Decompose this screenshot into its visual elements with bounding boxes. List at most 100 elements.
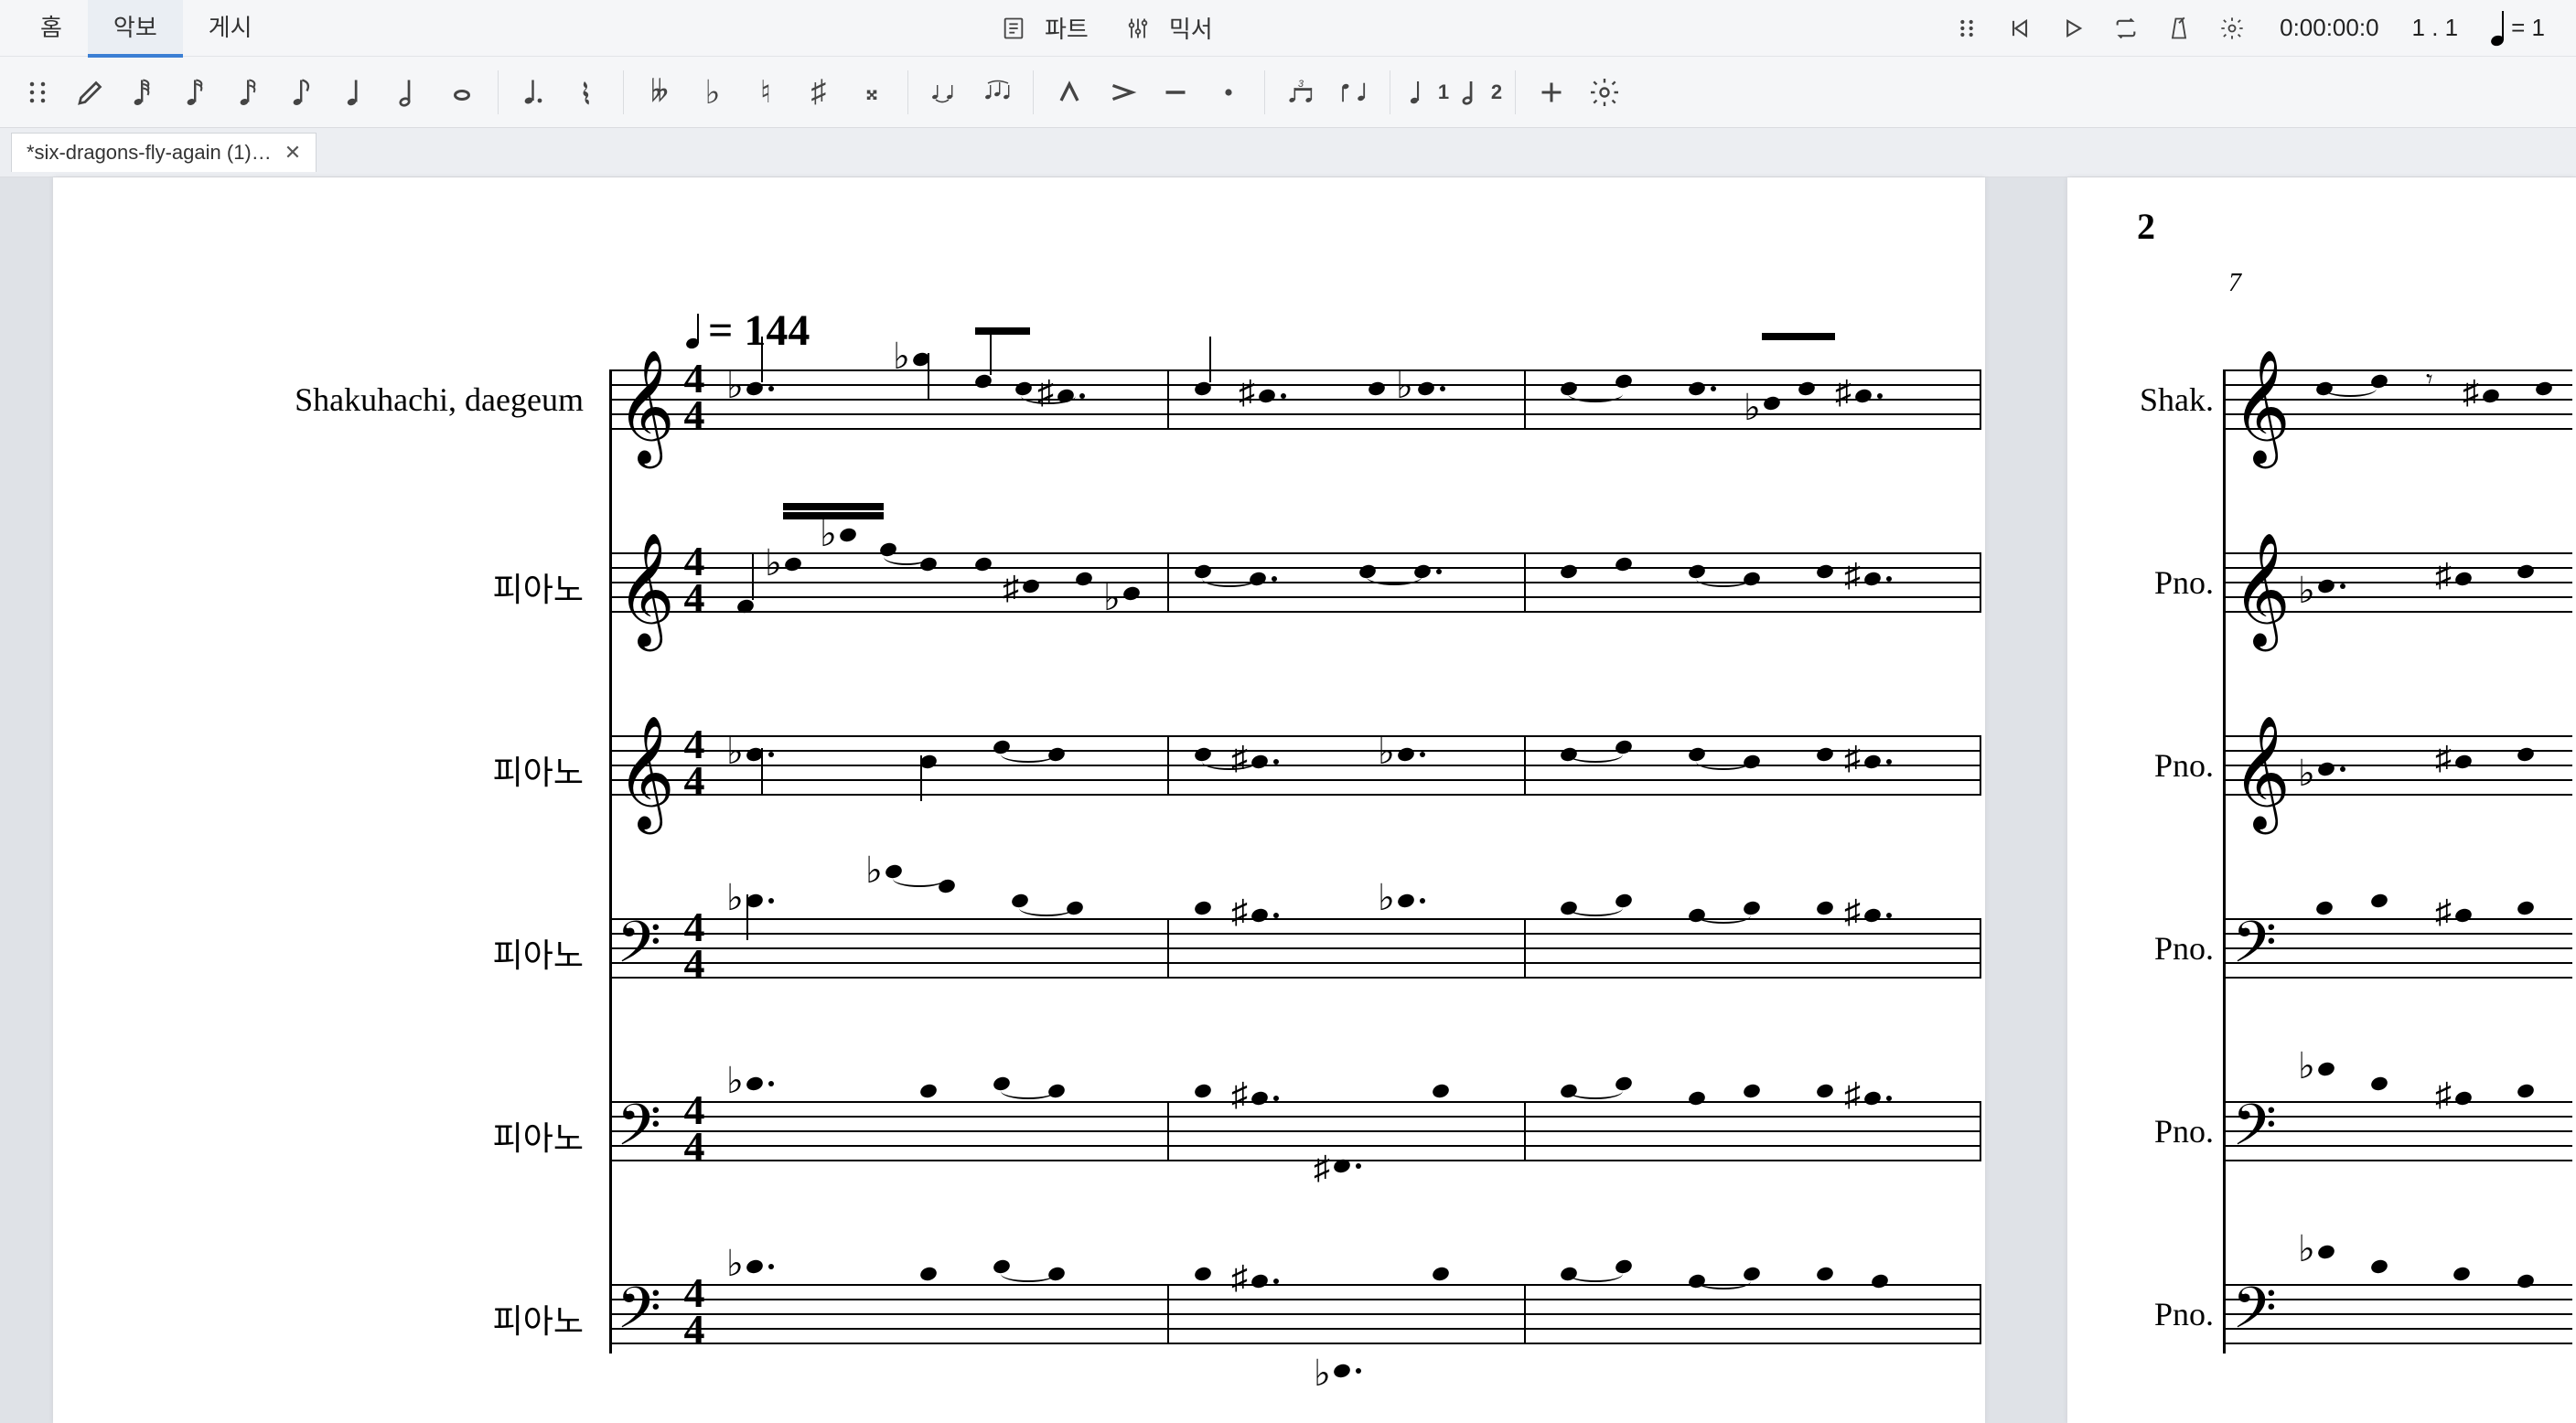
time-counter: 0:00:00:0: [2263, 14, 2395, 42]
treble-clef-icon: 𝄞: [617, 534, 675, 648]
note-64th-icon[interactable]: [117, 66, 170, 119]
tenuto-icon[interactable]: [1149, 66, 1202, 119]
menubar: 홈 악보 게시 파트 믹서 0:00:00:0 1 . 1 = 1: [0, 0, 2576, 57]
note-quarter-icon[interactable]: [329, 66, 382, 119]
tempo-marking: = 144: [686, 305, 810, 356]
staff-row[interactable]: 𝄢 ♭♯: [2225, 1101, 2572, 1160]
instrument-label: Shakuhachi, daegeum: [53, 380, 584, 419]
position-counter: 1 . 1: [2396, 14, 2475, 42]
page-number: 2: [2137, 205, 2155, 248]
time-signature: 44: [681, 1275, 708, 1348]
instrument-label-abbrev: Pno.: [2067, 929, 2214, 968]
tab-home[interactable]: 홈: [15, 0, 88, 58]
instrument-label: 피아노: [53, 929, 584, 977]
time-signature: 44: [681, 543, 708, 616]
bass-clef-icon: 𝄢: [617, 911, 661, 991]
flip-stem-icon[interactable]: [1327, 66, 1380, 119]
bass-clef-icon: 𝄢: [617, 1094, 661, 1174]
voice-2-button[interactable]: 2: [1453, 66, 1506, 119]
tempo-readout: = 1: [2474, 11, 2561, 46]
staff-row[interactable]: 𝄞 44 ♭ ♭ ♯ ♭ ♯: [609, 552, 1981, 611]
instrument-label-abbrev: Pno.: [2067, 746, 2214, 785]
staff-row[interactable]: 𝄞 44 ♭ ♯ ♭ ♯: [609, 735, 1981, 794]
pencil-icon[interactable]: [64, 66, 117, 119]
bass-clef-icon: 𝄢: [617, 1277, 661, 1357]
system-barline: [609, 369, 612, 1353]
score-workspace[interactable]: = 144 Shakuhachi, daegeum 피아노 피아노 피아노 피아…: [0, 177, 2576, 1423]
staff-row[interactable]: 𝄞 ♭♯: [2225, 552, 2572, 611]
treble-clef-icon: 𝄞: [617, 717, 675, 831]
play-icon[interactable]: [2060, 16, 2086, 41]
tab-publish[interactable]: 게시: [183, 0, 278, 58]
tab-score[interactable]: 악보: [88, 0, 183, 58]
loop-icon[interactable]: [2113, 16, 2139, 41]
staff-row[interactable]: 𝄢 ♯: [2225, 918, 2572, 977]
score-page-1[interactable]: = 144 Shakuhachi, daegeum 피아노 피아노 피아노 피아…: [53, 177, 1985, 1423]
instrument-label-abbrev: Pno.: [2067, 1112, 2214, 1150]
staff-row[interactable]: 𝄢 44 ♭ ♯ ♯ ♯: [609, 1101, 1981, 1160]
drag-grip-icon[interactable]: [1954, 16, 1980, 41]
voice-1-button[interactable]: 1: [1400, 66, 1453, 119]
mixer-icon[interactable]: [1125, 16, 1151, 41]
note-whole-icon[interactable]: [435, 66, 488, 119]
staff-row[interactable]: 𝄞 44 ♭ ♭ ♯ ♯ ♭ ♭ ♯: [609, 369, 1981, 428]
staff-row[interactable]: 𝄞 𝄾♯: [2225, 369, 2572, 428]
document-tab-title: *six-dragons-fly-again (1)…: [27, 141, 272, 165]
time-signature: 44: [681, 909, 708, 982]
instrument-label: 피아노: [53, 563, 584, 611]
bass-clef-icon: 𝄢: [2232, 1277, 2277, 1357]
note-32nd-icon[interactable]: [170, 66, 223, 119]
mixer-label[interactable]: 믹서: [1169, 11, 1213, 45]
treble-clef-icon: 𝄞: [2232, 351, 2291, 465]
instrument-label: 피아노: [53, 1112, 584, 1160]
system-barline: [2223, 369, 2226, 1353]
flat-icon[interactable]: ♭: [686, 66, 739, 119]
rest-icon[interactable]: [561, 66, 614, 119]
time-signature: 44: [681, 360, 708, 433]
dotted-note-icon[interactable]: [508, 66, 561, 119]
note-half-icon[interactable]: [382, 66, 435, 119]
time-signature: 44: [681, 1092, 708, 1165]
marcato-icon[interactable]: [1043, 66, 1096, 119]
treble-clef-icon: 𝄞: [2232, 534, 2291, 648]
toolbar-settings-icon[interactable]: [1578, 66, 1631, 119]
staff-row[interactable]: 𝄢 44 ♭ ♭ ♯ ♭ ♯: [609, 918, 1981, 977]
note-16th-icon[interactable]: [223, 66, 276, 119]
staff-row[interactable]: 𝄢 44 ♭ ♯ ♭: [609, 1284, 1981, 1343]
rewind-icon[interactable]: [2007, 16, 2033, 41]
bass-clef-icon: 𝄢: [2232, 1094, 2277, 1174]
time-signature: 44: [681, 726, 708, 799]
metronome-icon[interactable]: [2166, 16, 2192, 41]
instrument-label-abbrev: Pno.: [2067, 563, 2214, 602]
double-sharp-icon[interactable]: 𝄪: [845, 66, 898, 119]
accent-icon[interactable]: [1096, 66, 1149, 119]
close-icon[interactable]: ✕: [284, 141, 301, 165]
instrument-label-abbrev: Pno.: [2067, 1295, 2214, 1333]
parts-icon[interactable]: [1001, 16, 1026, 41]
document-tab-bar: *six-dragons-fly-again (1)… ✕: [0, 128, 2576, 177]
staff-row[interactable]: 𝄞 ♭♯: [2225, 735, 2572, 794]
instrument-label: 피아노: [53, 746, 584, 794]
notation-toolbar: 𝄫 ♭ ♮ ♯ 𝄪 3 1 2: [0, 57, 2576, 128]
treble-clef-icon: 𝄞: [2232, 717, 2291, 831]
sharp-icon[interactable]: ♯: [792, 66, 845, 119]
double-flat-icon[interactable]: 𝄫: [633, 66, 686, 119]
playback-settings-icon[interactable]: [2219, 16, 2245, 41]
document-tab[interactable]: *six-dragons-fly-again (1)… ✕: [11, 133, 317, 172]
staff-row[interactable]: 𝄢 ♭: [2225, 1284, 2572, 1343]
parts-label[interactable]: 파트: [1045, 11, 1089, 45]
note-8th-icon[interactable]: [276, 66, 329, 119]
treble-clef-icon: 𝄞: [617, 351, 675, 465]
bass-clef-icon: 𝄢: [2232, 911, 2277, 991]
toolbar-grip-icon[interactable]: [11, 66, 64, 119]
slur-icon[interactable]: [971, 66, 1024, 119]
instrument-label: 피아노: [53, 1295, 584, 1343]
instrument-label-abbrev: Shak.: [2067, 380, 2214, 419]
rehearsal-mark: 7: [2228, 269, 2241, 298]
tuplet-icon[interactable]: 3: [1274, 66, 1327, 119]
add-tool-icon[interactable]: [1525, 66, 1578, 119]
staccato-icon[interactable]: [1202, 66, 1255, 119]
score-page-2[interactable]: 2 7 Shak. Pno. Pno. Pno. Pno. Pno. 𝄞 𝄾♯ …: [2067, 177, 2576, 1423]
natural-icon[interactable]: ♮: [739, 66, 792, 119]
tie-icon[interactable]: [918, 66, 971, 119]
